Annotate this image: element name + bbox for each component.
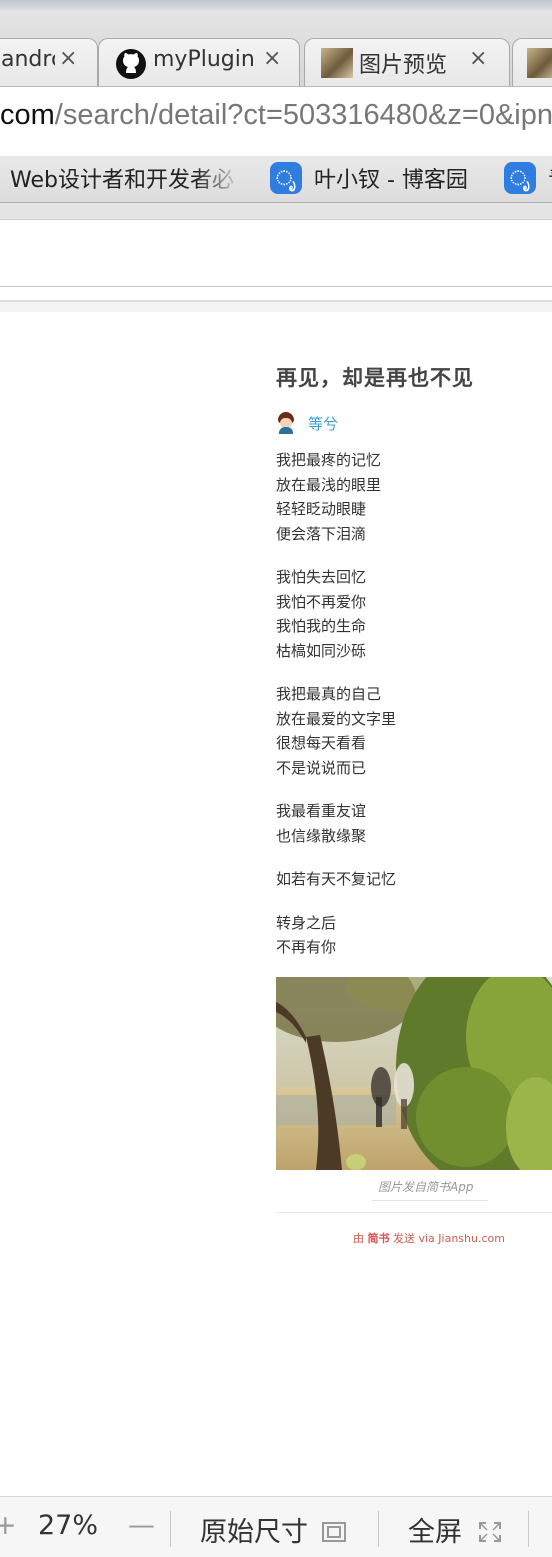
cnblogs-icon: ೃ (504, 162, 536, 194)
jianshu-link[interactable]: 简书 (368, 1232, 390, 1245)
url-path: /search/detail?ct=503316480&z=0&ipn (54, 99, 552, 131)
poem-stanza: 我怕失去回忆 我怕不再爱你 我怕我的生命 枯槁如同沙砾 (276, 565, 552, 663)
poem-stanza: 我最看重友谊 也信缘散缘聚 (276, 799, 552, 848)
poem-line: 放在最浅的眼里 (276, 475, 382, 494)
poem-line: 放在最爱的文字里 (276, 709, 397, 728)
photo-thumbnail-icon (527, 48, 552, 78)
bookmark-cnblogs[interactable]: ೃ 叶小钗 - 博客园 (270, 160, 468, 196)
poem-line: 轻轻眨动眼睫 (276, 500, 367, 518)
tab-title: andrc (1, 47, 55, 72)
zoom-out-button[interactable]: — (128, 1510, 155, 1541)
tab-image-preview[interactable]: 图片预览 × (304, 38, 510, 86)
divider (276, 1212, 552, 1213)
close-icon[interactable]: × (263, 46, 281, 71)
address-bar[interactable]: com/search/detail?ct=503316480&z=0&ipn (0, 86, 552, 158)
poem-line: 不是说说而已 (276, 758, 367, 777)
article: 再见，却是再也不见 等兮 我把最疼的记忆 放在最浅的眼里 轻轻眨动眼睫 便会落下泪滴我… (276, 362, 552, 956)
tab-bar: andrc × myPlugin/ × 图片预览 × (0, 10, 552, 86)
poem-line: 转身之后 (276, 913, 337, 932)
poem-line: 我怕我的生命 (276, 617, 367, 635)
poem-line: 我把最疼的记忆 (276, 451, 382, 469)
poem-stanza: 转身之后 不再有你 (276, 911, 552, 960)
url-host: com (0, 99, 55, 131)
poem-line: 很想每天看看 (276, 734, 367, 752)
poem-line: 我最看重友谊 (276, 802, 367, 820)
poem-stanza: 我把最疼的记忆 放在最浅的眼里 轻轻眨动眼睫 便会落下泪滴 (276, 448, 552, 546)
viewer-toolbar: + 27% — 原始尺寸 全屏 (0, 1496, 552, 1557)
close-icon[interactable]: × (59, 46, 77, 71)
toolbar-divider (0, 203, 552, 220)
url-text[interactable]: com/search/detail?ct=503316480&z=0&ipn (0, 99, 552, 132)
tab-next[interactable] (512, 38, 552, 86)
photo-thumbnail-icon (321, 48, 353, 78)
divider (528, 1511, 529, 1547)
poem-stanza: 我把最真的自己 放在最爱的文字里 很想每天看看 不是说说而已 (276, 682, 552, 780)
tab-title: 图片预览 (359, 53, 448, 78)
fullscreen-label: 全屏 (408, 1517, 462, 1548)
tab-android[interactable]: andrc × (0, 38, 98, 86)
bookmark-label: 叶小钗 - 博客园 (314, 168, 468, 193)
poem-line: 我怕失去回忆 (276, 568, 367, 586)
original-size-label: 原始尺寸 (200, 1517, 308, 1548)
poem-line: 我怕不再爱你 (276, 592, 367, 611)
bookmark-label: 青 (548, 162, 552, 194)
zoom-level: 27% (38, 1510, 99, 1541)
article-photo[interactable] (276, 977, 552, 1170)
poem-body: 我把最疼的记忆 放在最浅的眼里 轻轻眨动眼睫 便会落下泪滴 我怕失去回忆 我怕不再爱你 我怕… (276, 448, 552, 979)
poem-stanza: 如若有天不复记忆 (276, 867, 552, 892)
page-top-shade (0, 302, 552, 312)
poem-line: 如若有天不复记忆 (276, 870, 397, 888)
photo-caption: 图片发自简书App (378, 1180, 474, 1194)
original-size-icon (321, 1522, 346, 1542)
zoom-in-button[interactable]: + (0, 1510, 17, 1541)
avatar[interactable] (276, 412, 296, 434)
article-title: 再见，却是再也不见 (276, 366, 474, 390)
bookmark-label: Web设计者和开发者必 (10, 168, 234, 193)
page-header-area (0, 220, 552, 287)
divider (170, 1511, 171, 1547)
divider (378, 1511, 379, 1547)
author-name[interactable]: 等兮 (308, 413, 338, 434)
github-icon (115, 48, 147, 79)
poem-line: 我把最真的自己 (276, 685, 382, 703)
poem-line: 枯槁如同沙砾 (276, 641, 367, 660)
fullscreen-icon (478, 1522, 501, 1542)
poem-line: 也信缘散缘聚 (276, 826, 367, 845)
bookmarks-bar: Web设计者和开发者必 ೃ 叶小钗 - 博客园 ೃ 青 (0, 156, 552, 203)
fullscreen-button[interactable]: 全屏 (408, 1510, 503, 1549)
cnblogs-icon: ೃ (270, 162, 302, 194)
bookmark-web-designers[interactable]: Web设计者和开发者必 (10, 160, 242, 196)
original-size-button[interactable]: 原始尺寸 (200, 1510, 347, 1549)
poem-line: 不再有你 (276, 938, 337, 956)
close-icon[interactable]: × (469, 46, 487, 71)
tab-title: myPlugin/ (153, 47, 253, 72)
bookmark-overflow[interactable]: ೃ 青 (504, 160, 552, 196)
sent-from-line: 由 简书 发送 via Jianshu.com (353, 1230, 505, 1246)
author-row[interactable]: 等兮 (276, 412, 338, 434)
sent-from-prefix: 由 (353, 1232, 368, 1245)
divider (372, 1200, 488, 1201)
poem-line: 便会落下泪滴 (276, 524, 367, 543)
tab-myplugin[interactable]: myPlugin/ × (98, 38, 300, 86)
sent-from-suffix: 发送 via Jianshu.com (389, 1232, 505, 1245)
